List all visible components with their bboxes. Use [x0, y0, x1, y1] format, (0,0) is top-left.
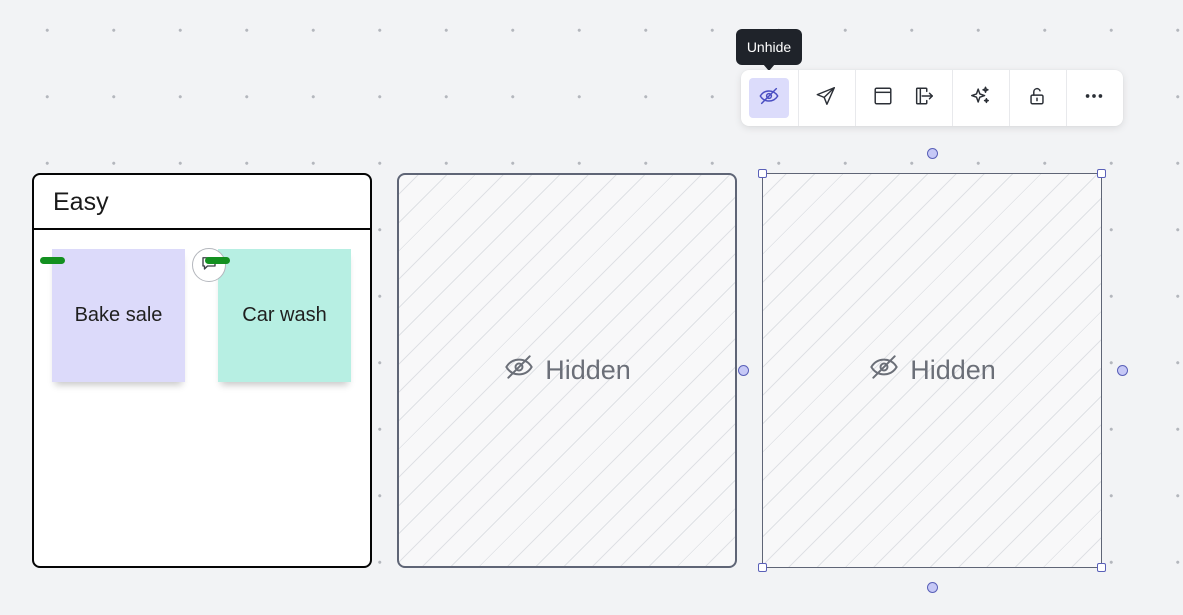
ai-assist-button[interactable] — [960, 78, 1000, 118]
hidden-frame-selected[interactable]: Hidden — [762, 173, 1102, 568]
connector-handle-top[interactable] — [927, 148, 938, 159]
toolbar-divider — [855, 70, 856, 126]
resize-handle-top-left[interactable] — [758, 169, 767, 178]
sticky-note-car-wash[interactable]: Car wash — [218, 249, 351, 382]
context-toolbar — [741, 70, 1123, 126]
lock-open-icon — [1026, 85, 1048, 112]
export-icon — [913, 85, 935, 112]
reaction-indicator — [205, 257, 230, 264]
toolbar-divider — [1009, 70, 1010, 126]
resize-handle-bottom-right[interactable] — [1097, 563, 1106, 572]
hidden-frame[interactable]: Hidden — [397, 173, 737, 568]
lock-button[interactable] — [1017, 78, 1057, 118]
send-icon — [815, 85, 837, 112]
reaction-indicator — [40, 257, 65, 264]
hidden-label: Hidden — [545, 355, 631, 385]
more-options-button[interactable] — [1074, 78, 1114, 118]
resize-handle-bottom-left[interactable] — [758, 563, 767, 572]
send-button[interactable] — [806, 78, 846, 118]
resize-handle-top-right[interactable] — [1097, 169, 1106, 178]
hidden-label: Hidden — [910, 355, 996, 385]
more-icon — [1083, 85, 1105, 112]
frame-button[interactable] — [863, 78, 903, 118]
sparkle-icon — [969, 85, 991, 112]
unhide-tooltip: Unhide — [736, 29, 802, 65]
frame-icon — [872, 85, 894, 112]
export-button[interactable] — [904, 78, 944, 118]
sticky-note-text: Bake sale — [74, 304, 163, 326]
connector-handle-right[interactable] — [1117, 365, 1128, 376]
sticky-note-bake-sale[interactable]: Bake sale — [52, 249, 185, 382]
sticky-note-text: Car wash — [242, 304, 327, 326]
toolbar-divider — [952, 70, 953, 126]
tooltip-text: Unhide — [746, 39, 792, 55]
eye-off-icon — [758, 85, 780, 112]
whiteboard-canvas[interactable]: { "tooltip": { "text": "Unhide" }, "tool… — [0, 0, 1183, 615]
connector-handle-left[interactable] — [738, 365, 749, 376]
comment-badge[interactable] — [192, 248, 226, 282]
toolbar-divider — [798, 70, 799, 126]
toolbar-divider — [1066, 70, 1067, 126]
unhide-button[interactable] — [749, 78, 789, 118]
connector-handle-bottom[interactable] — [927, 582, 938, 593]
frame-title[interactable]: Easy — [34, 175, 370, 230]
eye-off-icon — [503, 351, 535, 390]
eye-off-icon — [868, 351, 900, 390]
